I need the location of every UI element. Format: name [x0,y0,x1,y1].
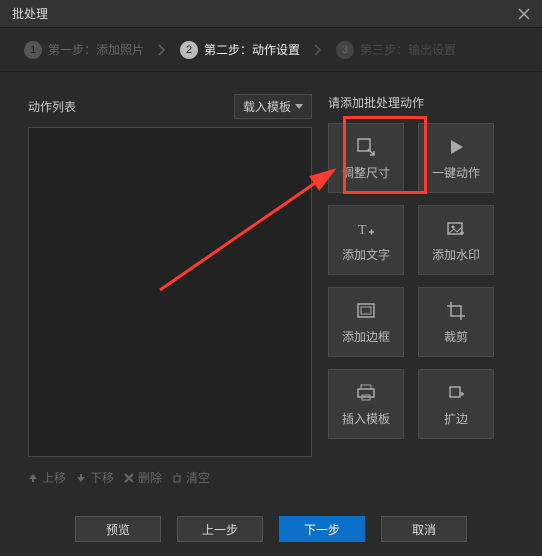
tile-add-text[interactable]: T 添加文字 [328,205,404,275]
border-icon [355,300,377,322]
svg-text:T: T [358,223,367,238]
list-actions: 上移 下移 删除 清空 [28,469,312,486]
move-up-button: 上移 [28,469,66,486]
text-icon: T [355,218,377,240]
tile-add-border-label: 添加边框 [342,328,390,345]
titlebar: 批处理 [0,0,542,28]
x-icon [124,473,134,483]
expand-icon [445,382,467,404]
preview-button[interactable]: 预览 [75,516,161,542]
arrow-up-icon [28,473,38,483]
right-title: 请添加批处理动作 [328,94,518,111]
clear-button: 清空 [172,469,210,486]
chevron-right-icon [158,44,166,56]
chevron-down-icon [295,104,303,110]
tile-one-click[interactable]: 一键动作 [418,123,494,193]
tile-one-click-label: 一键动作 [432,164,480,181]
move-down-button: 下移 [76,469,114,486]
resize-icon [355,136,377,158]
tile-resize[interactable]: 调整尺寸 [328,123,404,193]
step-sep-2 [314,44,322,56]
action-listbox[interactable] [28,127,312,457]
tile-expand-label: 扩边 [444,410,468,427]
cancel-button[interactable]: 取消 [381,516,467,542]
step-3-num: 3 [336,41,354,59]
load-template-label: 载入模板 [243,98,291,115]
content: 动作列表 载入模板 上移 下移 删除 清空 [0,72,542,494]
step-1-label: 第一步：添加照片 [48,41,144,58]
left-panel: 动作列表 载入模板 上移 下移 删除 清空 [28,90,312,486]
tile-insert-template-label: 插入模板 [342,410,390,427]
tile-expand[interactable]: 扩边 [418,369,494,439]
window-title: 批处理 [12,5,48,22]
footer: 预览 上一步 下一步 取消 [0,516,542,542]
step-sep-1 [158,44,166,56]
tile-insert-template[interactable]: 插入模板 [328,369,404,439]
tile-add-border[interactable]: 添加边框 [328,287,404,357]
prev-button[interactable]: 上一步 [177,516,263,542]
load-template-dropdown[interactable]: 载入模板 [234,94,312,119]
trash-icon [172,473,182,483]
step-1[interactable]: 1 第一步：添加照片 [24,41,144,59]
tile-add-watermark-label: 添加水印 [432,246,480,263]
right-panel: 请添加批处理动作 调整尺寸 一键动作 T 添加文字 [328,90,518,486]
step-3: 3 第三步：输出设置 [336,41,456,59]
step-bar: 1 第一步：添加照片 2 第二步：动作设置 3 第三步：输出设置 [0,28,542,72]
step-2[interactable]: 2 第二步：动作设置 [180,41,300,59]
arrow-down-icon [76,473,86,483]
chevron-right-icon [314,44,322,56]
tile-add-text-label: 添加文字 [342,246,390,263]
step-2-label: 第二步：动作设置 [204,41,300,58]
step-3-label: 第三步：输出设置 [360,41,456,58]
close-icon [518,8,530,20]
printer-icon [355,382,377,404]
action-list-title: 动作列表 [28,98,76,115]
tile-add-watermark[interactable]: 添加水印 [418,205,494,275]
step-2-num: 2 [180,41,198,59]
watermark-icon [445,218,467,240]
delete-button: 删除 [124,469,162,486]
close-button[interactable] [514,4,534,24]
tile-crop-label: 裁剪 [444,328,468,345]
step-1-num: 1 [24,41,42,59]
tile-grid: 调整尺寸 一键动作 T 添加文字 添加水印 [328,123,518,439]
play-icon [445,136,467,158]
crop-icon [445,300,467,322]
next-button[interactable]: 下一步 [279,516,365,542]
tile-resize-label: 调整尺寸 [342,164,390,181]
tile-crop[interactable]: 裁剪 [418,287,494,357]
